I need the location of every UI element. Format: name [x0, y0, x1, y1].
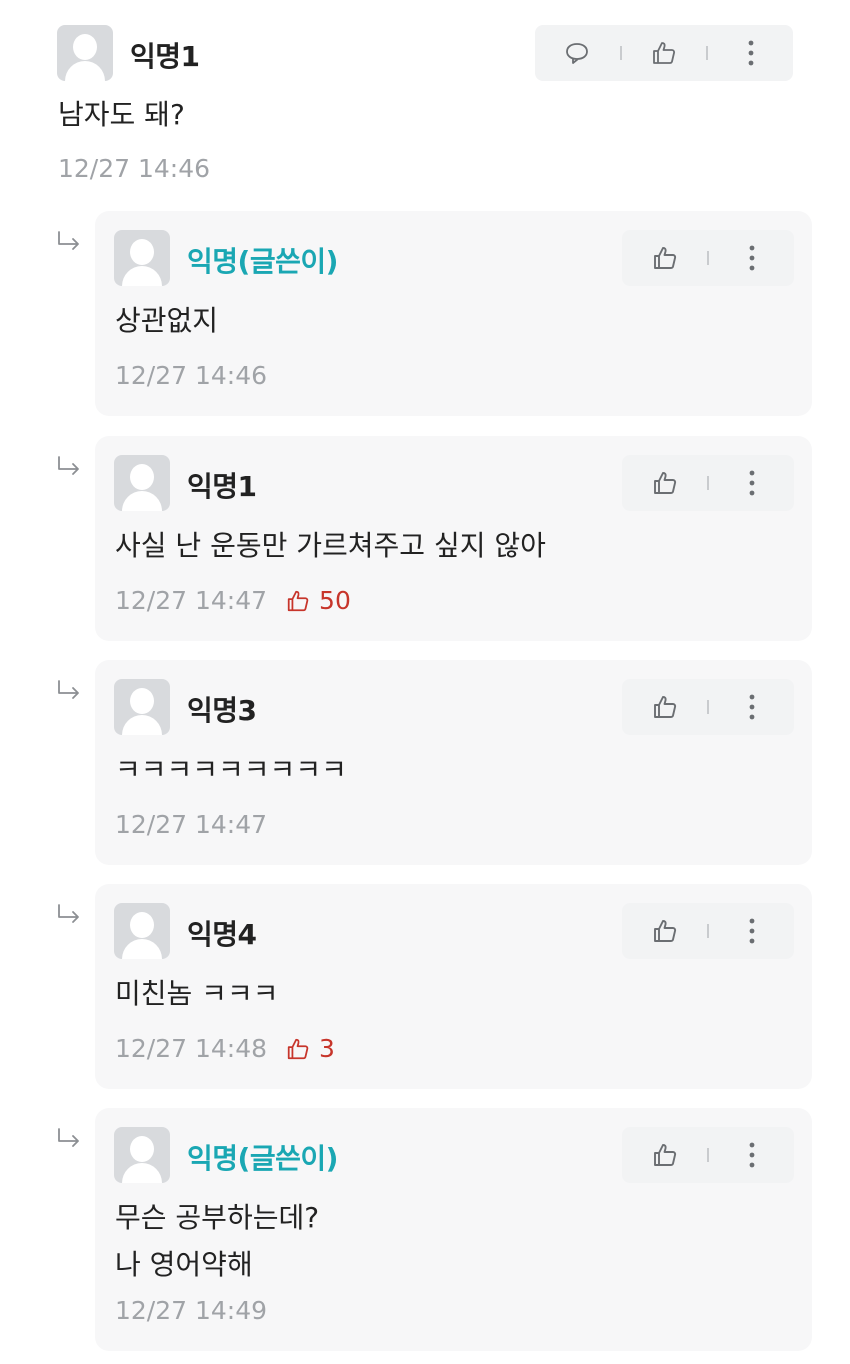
like-button[interactable] — [644, 33, 684, 73]
reply-author: 익명(글쓴이) — [187, 245, 338, 278]
vertical-dots-icon — [749, 694, 754, 720]
vertical-dots-icon — [749, 918, 754, 944]
more-button[interactable] — [731, 33, 771, 73]
reply-author: 익명1 — [187, 470, 257, 503]
avatar — [114, 903, 170, 959]
thumbs-up-icon — [653, 1144, 676, 1166]
divider — [707, 700, 709, 714]
reply-content: 무슨 공부하는데? 나 영어약해 — [115, 1201, 320, 1281]
like-button[interactable] — [645, 463, 685, 503]
reply-actions — [622, 455, 794, 511]
avatar — [57, 25, 113, 81]
timestamp-text: 12/27 14:47 — [115, 586, 268, 615]
avatar — [114, 455, 170, 511]
comment-author: 익명1 — [130, 40, 200, 73]
reply-actions — [622, 679, 794, 735]
comment-timestamp: 12/27 14:46 — [58, 154, 210, 183]
reply-comment: 익명(글쓴이) 무슨 공부하는데? 나 영어약해 12/27 14:49 — [95, 1108, 812, 1351]
reply-meta: 12/27 14:47 50 — [115, 586, 351, 615]
reply-content: 사실 난 운동만 가르쳐주고 싶지 않아 — [115, 529, 546, 562]
divider — [619, 46, 622, 60]
timestamp-text: 12/27 14:48 — [115, 1034, 268, 1063]
avatar — [114, 679, 170, 735]
top-comment: 익명1 남자도 돼? 12/27 14:46 — [0, 0, 850, 205]
reply-comment: 익명(글쓴이) 상관없지 12/27 14:46 — [95, 211, 812, 416]
more-button[interactable] — [732, 687, 772, 727]
thumbs-up-icon — [653, 42, 676, 64]
reply-author: 익명(글쓴이) — [187, 1142, 338, 1175]
reply-arrow-icon — [56, 1127, 84, 1151]
divider — [707, 476, 709, 490]
thumbs-up-icon — [287, 590, 309, 611]
reply-meta: 12/27 14:48 3 — [115, 1034, 335, 1063]
avatar — [114, 230, 170, 286]
vertical-dots-icon — [749, 470, 754, 496]
reply-meta: 12/27 14:49 — [115, 1296, 267, 1325]
thumbs-up-icon — [653, 247, 676, 269]
divider — [706, 46, 709, 60]
timestamp-text: 12/27 14:46 — [58, 154, 211, 183]
speech-bubble-icon — [566, 43, 589, 64]
comment-actions — [535, 25, 793, 81]
reply-comment: 익명1 사실 난 운동만 가르쳐주고 싶지 않아 12/27 14:47 50 — [95, 436, 812, 641]
comment-content: 남자도 돼? — [58, 98, 185, 131]
divider — [707, 251, 709, 265]
like-count: 3 — [285, 1034, 335, 1063]
more-button[interactable] — [732, 463, 772, 503]
reply-arrow-icon — [56, 903, 84, 927]
like-count-text: 50 — [319, 586, 351, 615]
like-button[interactable] — [645, 911, 685, 951]
reply-comment: 익명3 ㅋㅋㅋㅋㅋㅋㅋㅋㅋ 12/27 14:47 — [95, 660, 812, 865]
more-button[interactable] — [732, 1135, 772, 1175]
reply-meta: 12/27 14:47 — [115, 810, 267, 839]
like-button[interactable] — [645, 687, 685, 727]
reply-meta: 12/27 14:46 — [115, 361, 267, 390]
timestamp-text: 12/27 14:46 — [115, 361, 268, 390]
reply-button[interactable] — [557, 33, 597, 73]
vertical-dots-icon — [749, 245, 754, 271]
reply-author: 익명4 — [187, 918, 257, 951]
reply-actions — [622, 230, 794, 286]
reply-comment: 익명4 미친놈 ㅋㅋㅋ 12/27 14:48 3 — [95, 884, 812, 1089]
timestamp-text: 12/27 14:47 — [115, 810, 268, 839]
thumbs-up-icon — [287, 1038, 309, 1059]
reply-arrow-icon — [56, 455, 84, 479]
like-count: 50 — [285, 586, 351, 615]
like-button[interactable] — [645, 1135, 685, 1175]
timestamp-text: 12/27 14:49 — [115, 1296, 268, 1325]
like-button[interactable] — [645, 238, 685, 278]
reply-arrow-icon — [56, 679, 84, 703]
thumbs-up-icon — [653, 696, 676, 718]
reply-arrow-icon — [56, 230, 84, 254]
avatar — [114, 1127, 170, 1183]
more-button[interactable] — [732, 238, 772, 278]
more-button[interactable] — [732, 911, 772, 951]
reply-actions — [622, 1127, 794, 1183]
like-count-text: 3 — [319, 1034, 335, 1063]
reply-content: ㅋㅋㅋㅋㅋㅋㅋㅋㅋ — [115, 753, 347, 786]
reply-actions — [622, 903, 794, 959]
vertical-dots-icon — [748, 40, 754, 66]
reply-content: 미친놈 ㅋㅋㅋ — [115, 977, 279, 1010]
divider — [707, 1148, 709, 1162]
divider — [707, 924, 709, 938]
reply-content: 상관없지 — [115, 304, 219, 337]
reply-author: 익명3 — [187, 694, 257, 727]
vertical-dots-icon — [749, 1142, 754, 1168]
thumbs-up-icon — [653, 472, 676, 494]
thumbs-up-icon — [653, 920, 676, 942]
